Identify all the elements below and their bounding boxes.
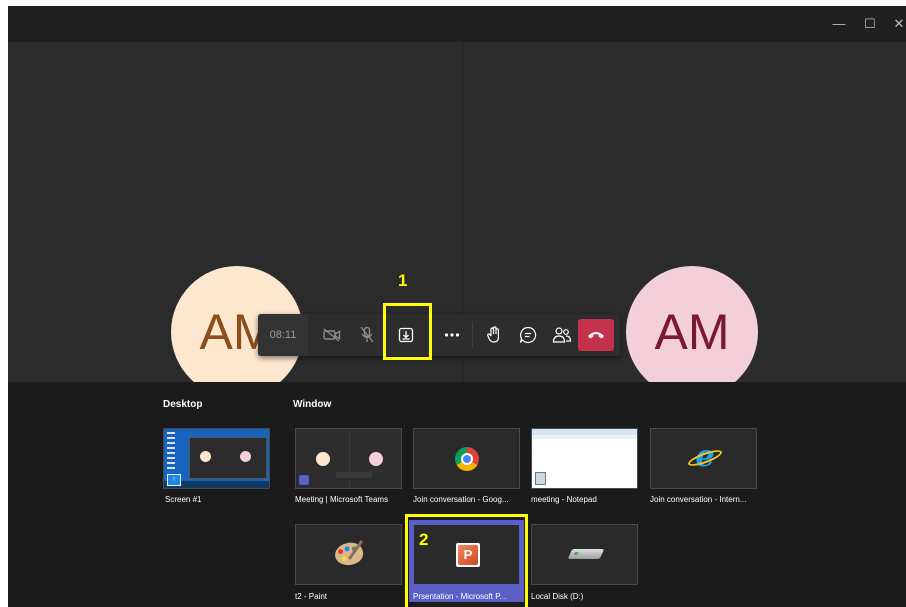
call-timer: 08:11 — [258, 314, 308, 356]
share-option-chrome-window[interactable] — [413, 428, 520, 489]
hang-up-icon — [588, 332, 604, 339]
mic-off-icon[interactable] — [351, 319, 383, 351]
drive-icon — [567, 549, 605, 559]
maximize-button[interactable]: ☐ — [861, 15, 879, 33]
controlbar-preview — [336, 472, 372, 478]
share-option-ie-window[interactable]: e — [650, 428, 757, 489]
share-option-teams-window[interactable] — [295, 428, 402, 489]
desktop-heading: Desktop — [163, 399, 203, 410]
title-bar: — ☐ ✕ — [8, 6, 906, 42]
more-options-icon[interactable] — [436, 319, 468, 351]
share-option-label: meeting - Notepad — [531, 495, 597, 504]
avatar-preview — [369, 452, 383, 466]
minimize-button[interactable]: — — [830, 15, 848, 33]
share-option-label: Screen #1 — [165, 495, 202, 504]
annotation-highlight-powerpoint — [405, 514, 528, 607]
close-button[interactable]: ✕ — [890, 15, 906, 33]
notepad-menubar-preview — [532, 435, 637, 439]
share-option-label: Join conversation - Intern... — [650, 495, 747, 504]
notepad-icon — [535, 472, 546, 485]
share-option-screen-1[interactable]: ↑ — [163, 428, 270, 489]
share-screen-icon: ↑ — [167, 474, 181, 486]
share-tray: Desktop Window ↑ Screen #1 Meeting | Mic… — [8, 382, 906, 607]
teams-app-icon — [299, 475, 309, 485]
chrome-icon — [455, 447, 479, 471]
avatar-preview — [316, 452, 330, 466]
toolbar-separator — [472, 322, 473, 348]
call-control-bar: 08:11 — [258, 314, 620, 356]
participants-icon[interactable] — [546, 319, 578, 351]
share-option-paint-window[interactable] — [295, 524, 402, 585]
participant-avatar-right: AM — [626, 266, 758, 398]
annotation-step-2: 2 — [419, 530, 429, 549]
annotation-highlight-share — [383, 303, 432, 360]
share-option-local-disk-window[interactable] — [531, 524, 638, 585]
share-option-label: Join conversation - Goog... — [413, 495, 509, 504]
share-option-notepad-window[interactable] — [531, 428, 638, 489]
raise-hand-icon[interactable] — [478, 319, 510, 351]
hang-up-button[interactable] — [578, 319, 614, 351]
share-option-label: t2 - Paint — [295, 592, 328, 601]
desktop-icons-preview — [167, 432, 175, 472]
share-option-label: Local Disk (D:) — [531, 592, 584, 601]
camera-off-icon[interactable] — [316, 319, 348, 351]
window-heading: Window — [293, 399, 332, 410]
teams-window-preview — [189, 437, 267, 479]
annotation-step-1: 1 — [398, 271, 408, 290]
share-option-label: Meeting | Microsoft Teams — [295, 495, 389, 504]
chat-icon[interactable] — [512, 319, 544, 351]
teams-meeting-window: — ☐ ✕ AM AM 08:11 1 Desktop Window ↑ Scr… — [8, 6, 906, 607]
